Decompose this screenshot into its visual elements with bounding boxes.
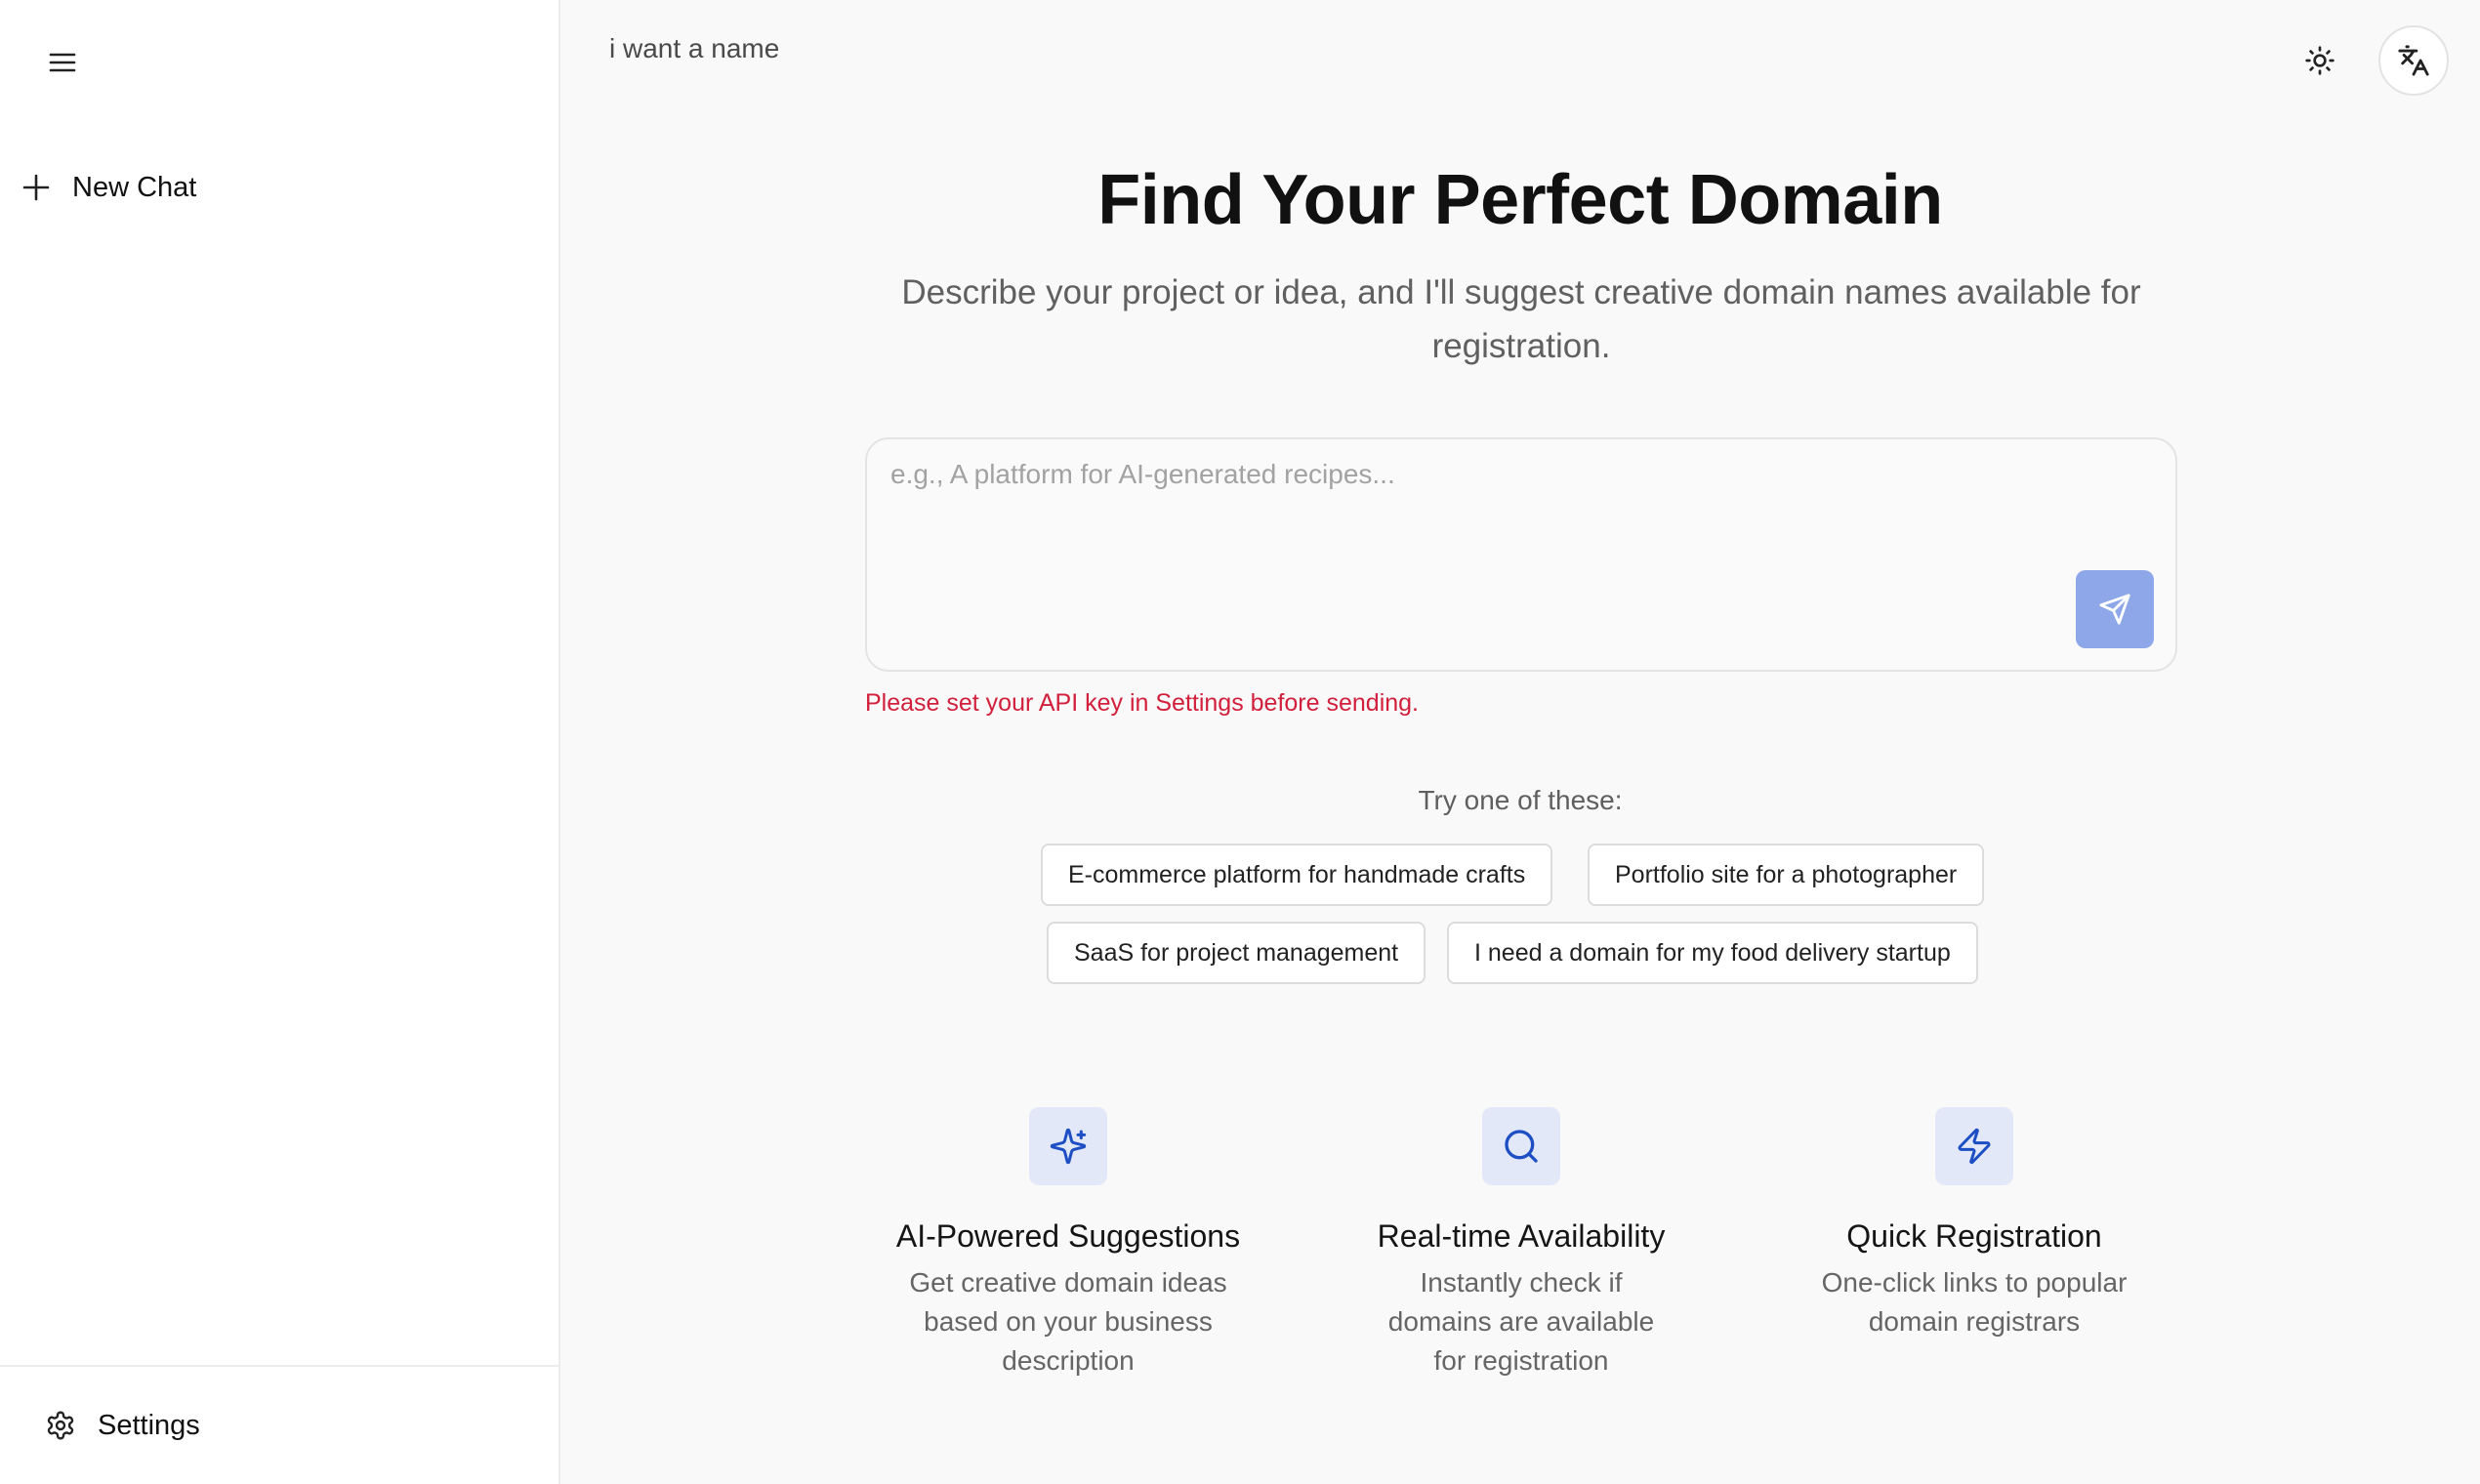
new-chat-button[interactable]: New Chat: [21, 158, 216, 217]
language-button[interactable]: [2378, 25, 2449, 96]
translate-icon: [2398, 45, 2429, 76]
api-key-error: Please set your API key in Settings befo…: [865, 689, 1420, 717]
settings-button[interactable]: Settings: [45, 1396, 200, 1455]
feature-icon-box: [1029, 1107, 1107, 1185]
new-chat-label: New Chat: [72, 171, 197, 203]
search-icon: [1505, 1130, 1538, 1163]
feature-title: Real-time Availability: [1377, 1218, 1666, 1254]
feature-description: Get creative domain ideas based on your …: [909, 1267, 1227, 1376]
suggestion-chip[interactable]: E-commerce platform for handmade crafts: [1041, 844, 1553, 906]
prompt-input[interactable]: [890, 459, 2043, 644]
settings-label: Settings: [98, 1409, 200, 1441]
feature-card: AI-Powered Suggestions Get creative doma…: [883, 1107, 1254, 1381]
lightning-icon: [1958, 1128, 1991, 1165]
hamburger-icon: [49, 53, 76, 72]
feature-card: Quick Registration One-click links to po…: [1789, 1107, 2160, 1341]
sidebar: New Chat Settings: [0, 0, 560, 1484]
sparkles-icon: [1050, 1128, 1087, 1165]
theme-toggle-button[interactable]: [2291, 31, 2349, 90]
page-title: Find Your Perfect Domain: [1097, 161, 1943, 239]
feature-title: Quick Registration: [1846, 1218, 2102, 1254]
suggestions-label: Try one of these:: [1418, 785, 1623, 815]
suggestion-chip[interactable]: I need a domain for my food delivery sta…: [1447, 922, 1978, 984]
feature-description: Instantly check if domains are available…: [1387, 1267, 1655, 1376]
plus-icon: [22, 174, 50, 201]
suggestion-chip[interactable]: Portfolio site for a photographer: [1588, 844, 1985, 906]
feature-card: Real-time Availability Instantly check i…: [1336, 1107, 1707, 1381]
suggestion-chip[interactable]: SaaS for project management: [1047, 922, 1426, 984]
prompt-box: [865, 437, 2177, 672]
gear-icon: [47, 1411, 74, 1440]
sidebar-footer: Settings: [0, 1365, 558, 1484]
feature-icon-box: [1482, 1107, 1560, 1185]
page-subtitle: Describe your project or idea, and I'll …: [901, 273, 2141, 365]
menu-toggle-button[interactable]: [35, 37, 90, 88]
chat-title: i want a name: [609, 33, 780, 63]
send-button[interactable]: [2076, 570, 2154, 648]
feature-description: One-click links to popular domain regist…: [1821, 1267, 2128, 1337]
feature-icon-box: [1935, 1107, 2013, 1185]
feature-title: AI-Powered Suggestions: [895, 1218, 1241, 1254]
send-icon: [2099, 594, 2130, 625]
sun-icon: [2305, 46, 2335, 75]
app-root: New Chat Settings i want a name Find You…: [0, 0, 2480, 1484]
